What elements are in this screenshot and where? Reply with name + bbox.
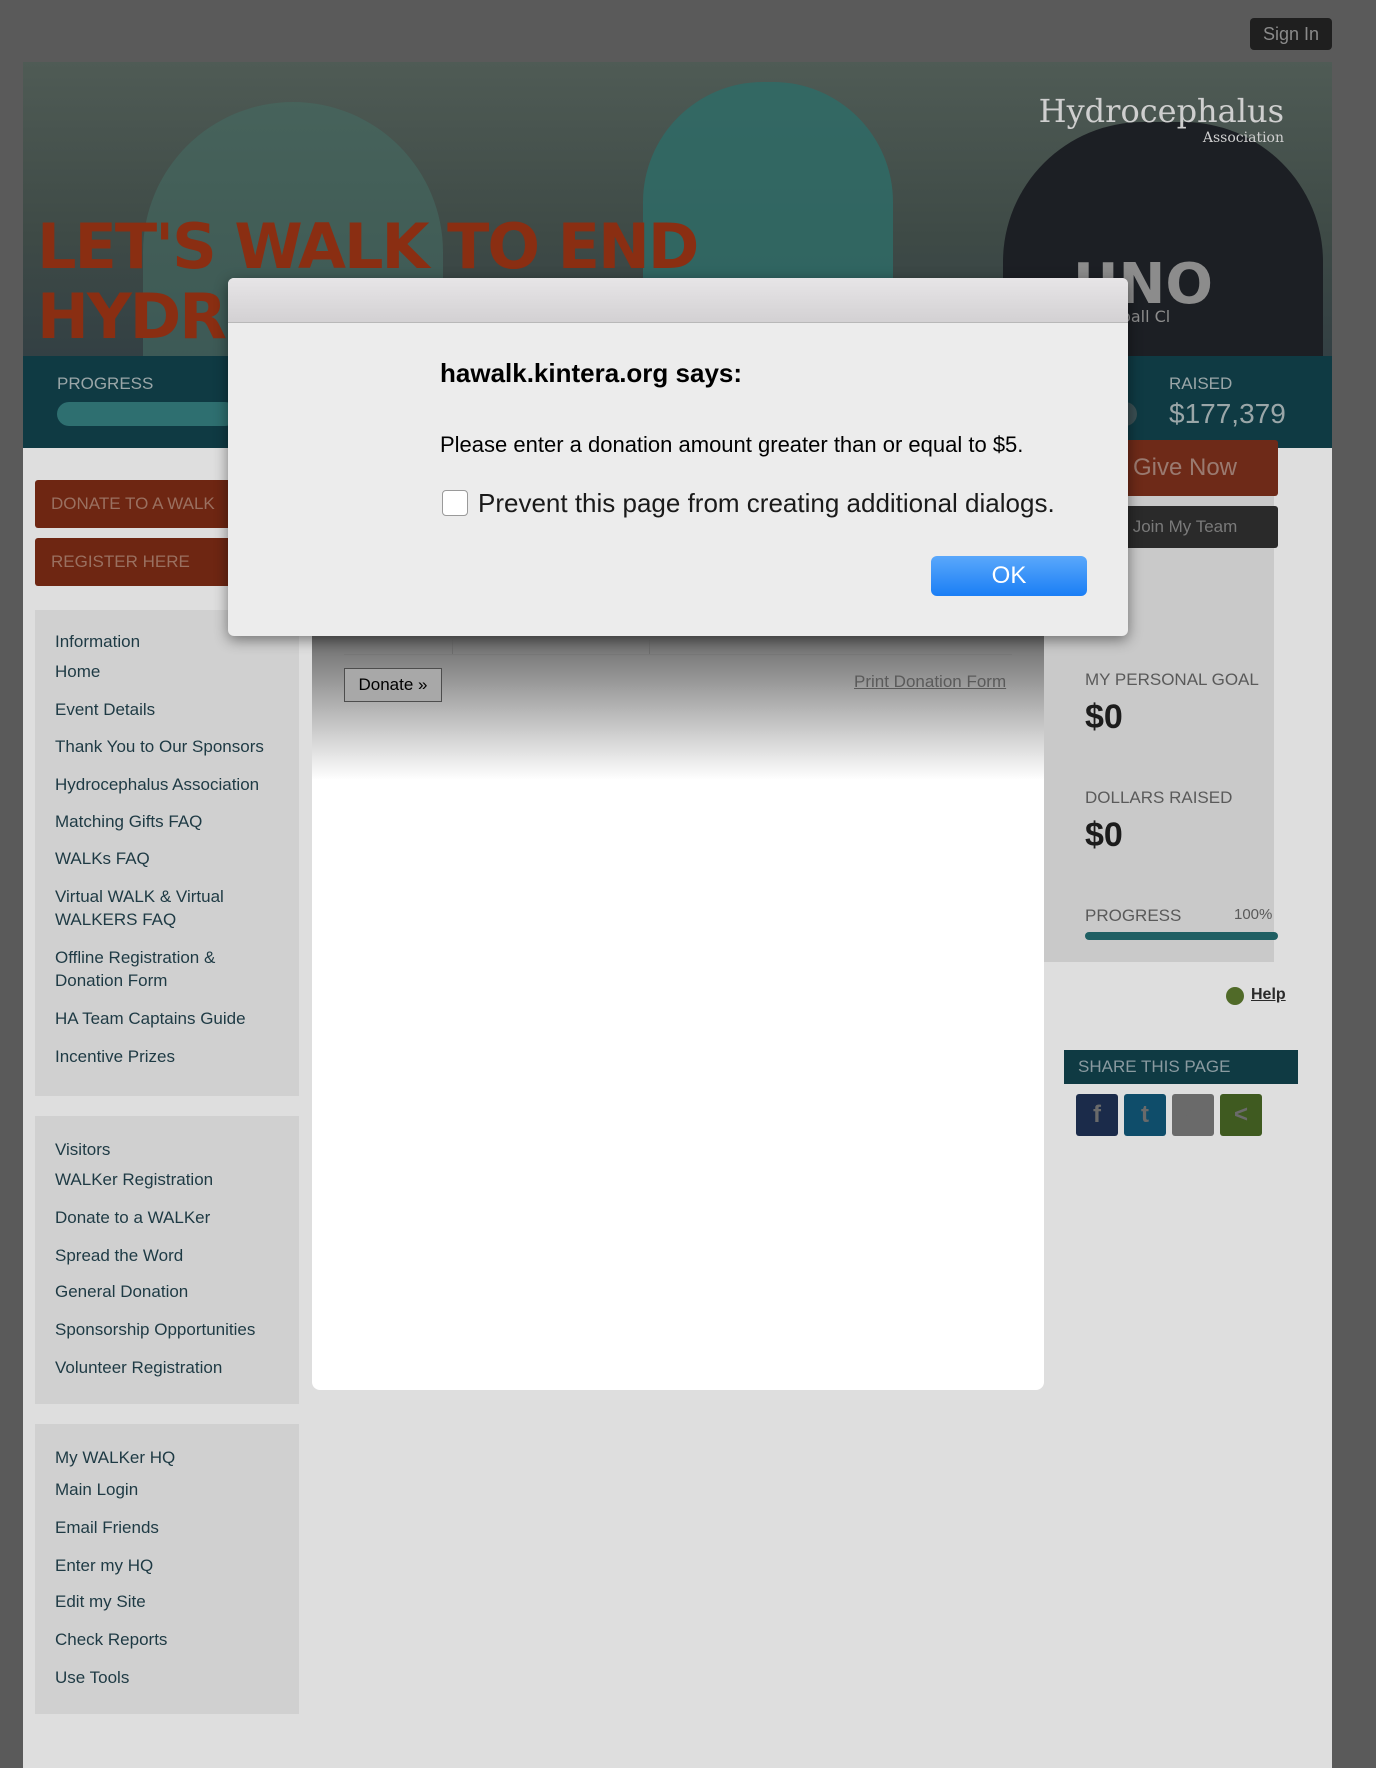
raised-value: $177,379: [1169, 398, 1286, 429]
hero-headline-line1: LET'S WALK TO END: [37, 210, 699, 283]
personal-goal-label: MY PERSONAL GOAL: [1085, 670, 1259, 689]
menu-item-enter-hq[interactable]: Enter my HQ: [55, 1554, 285, 1577]
email-icon[interactable]: ✉: [1172, 1094, 1214, 1136]
menu-heading-hq[interactable]: My WALKer HQ: [55, 1448, 175, 1468]
menu-item-donate-walker[interactable]: Donate to a WALKer: [55, 1206, 285, 1229]
progress-track: [57, 402, 237, 426]
menu-item-edit-site[interactable]: Edit my Site: [55, 1590, 285, 1613]
share-icon[interactable]: <: [1220, 1094, 1262, 1136]
menu-item-volunteer[interactable]: Volunteer Registration: [55, 1356, 285, 1379]
menu-item-team-captains-guide[interactable]: HA Team Captains Guide: [55, 1007, 285, 1030]
form-divider: [344, 654, 1012, 655]
donation-form-panel: Donate » Print Donation Form: [312, 620, 1044, 1390]
menu-item-offline-registration[interactable]: Offline Registration & Donation Form: [55, 946, 285, 992]
hq-menu: My WALKer HQ Main Login Email Friends En…: [35, 1424, 299, 1714]
menu-heading-visitors: Visitors: [55, 1140, 111, 1159]
information-menu: Information Home Event Details Thank You…: [35, 610, 299, 1096]
visitors-menu: Visitors WALKer Registration Donate to a…: [35, 1116, 299, 1404]
help-link[interactable]: Help: [1251, 986, 1286, 1004]
menu-item-check-reports[interactable]: Check Reports: [55, 1628, 285, 1651]
menu-item-virtual-walk-faq[interactable]: Virtual WALK & Virtual WALKERS FAQ: [55, 885, 285, 931]
personal-progress-bar: [1085, 932, 1278, 940]
help-icon[interactable]: [1226, 987, 1244, 1005]
logo-main-text: Hydrocephalus: [1038, 92, 1284, 130]
menu-item-use-tools[interactable]: Use Tools: [55, 1666, 285, 1689]
prevent-dialogs-checkbox[interactable]: [442, 490, 468, 516]
menu-item-email-friends[interactable]: Email Friends: [55, 1516, 285, 1539]
donate-button[interactable]: Donate »: [344, 668, 442, 702]
dialog-titlebar: [228, 278, 1128, 323]
menu-item-matching-gifts[interactable]: Matching Gifts FAQ: [55, 810, 285, 833]
dollars-raised-label: DOLLARS RAISED: [1085, 788, 1233, 807]
menu-item-home[interactable]: Home: [55, 660, 285, 683]
menu-item-incentive-prizes[interactable]: Incentive Prizes: [55, 1045, 285, 1068]
menu-item-general-donation[interactable]: General Donation: [55, 1280, 285, 1303]
facebook-icon[interactable]: f: [1076, 1094, 1118, 1136]
logo-sub-text: Association: [1202, 130, 1284, 146]
personal-goal-value: $0: [1085, 698, 1123, 736]
dialog-title: hawalk.kintera.org says:: [440, 358, 743, 388]
raised-label: RAISED: [1169, 374, 1233, 393]
menu-heading-information: Information: [55, 632, 141, 651]
progress-label: PROGRESS: [57, 374, 154, 393]
twitter-icon[interactable]: t: [1124, 1094, 1166, 1136]
signin-button[interactable]: Sign In: [1250, 18, 1332, 50]
progress-percent: 100%: [1234, 906, 1273, 923]
hydrocephalus-logo: Hydrocephalus Association: [1039, 92, 1284, 146]
prevent-dialogs-label[interactable]: Prevent this page from creating addition…: [478, 488, 1055, 519]
dialog-message: Please enter a donation amount greater t…: [440, 432, 1024, 457]
ok-button[interactable]: OK: [931, 556, 1087, 596]
menu-item-walks-faq[interactable]: WALKs FAQ: [55, 847, 285, 870]
menu-item-main-login[interactable]: Main Login: [55, 1478, 285, 1501]
progress-label-right: PROGRESS: [1085, 906, 1182, 925]
menu-item-sponsors[interactable]: Thank You to Our Sponsors: [55, 735, 285, 758]
menu-item-sponsorship[interactable]: Sponsorship Opportunities: [55, 1318, 285, 1341]
print-donation-form-link[interactable]: Print Donation Form: [854, 672, 1006, 692]
register-button[interactable]: REGISTER HERE: [35, 538, 235, 586]
menu-item-walker-registration[interactable]: WALKer Registration: [55, 1168, 285, 1191]
amount-field[interactable]: [452, 634, 650, 655]
menu-item-hydrocephalus-association[interactable]: Hydrocephalus Association: [55, 773, 285, 796]
menu-item-spread-word[interactable]: Spread the Word: [55, 1244, 285, 1267]
donate-to-walker-button[interactable]: DONATE TO A WALK: [35, 480, 235, 528]
dollars-raised-value: $0: [1085, 816, 1123, 854]
menu-item-event-details[interactable]: Event Details: [55, 698, 285, 721]
alert-dialog: hawalk.kintera.org says: Please enter a …: [228, 278, 1128, 636]
share-heading: SHARE THIS PAGE: [1064, 1050, 1298, 1084]
